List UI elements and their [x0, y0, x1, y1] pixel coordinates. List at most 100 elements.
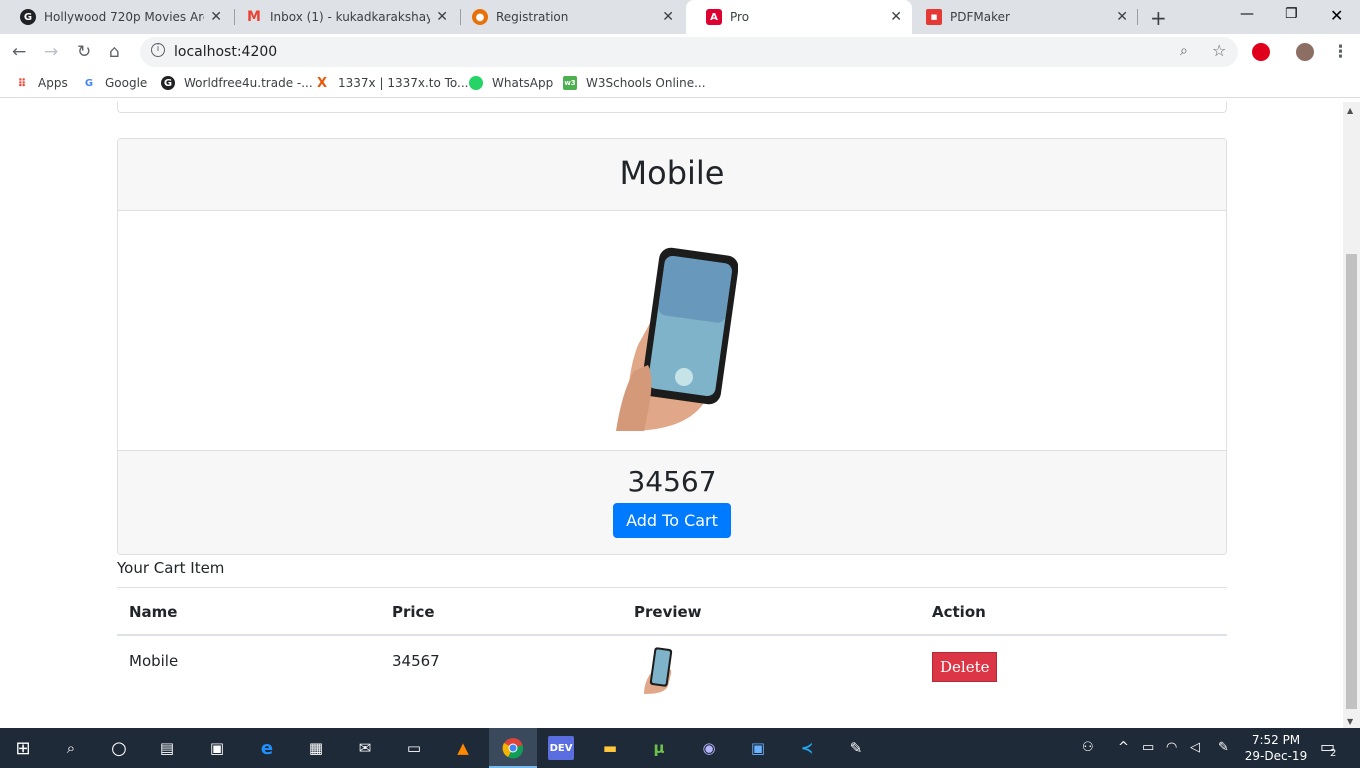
system-clock[interactable]: 7:52 PM 29-Dec-19: [1240, 732, 1312, 764]
bookmark-label: Google: [105, 76, 148, 90]
chrome-icon[interactable]: [500, 736, 526, 760]
bookmark-w3schools[interactable]: w3 W3Schools Online...: [563, 76, 706, 90]
paint-icon[interactable]: ✎: [843, 736, 869, 760]
scroll-down-arrow-icon[interactable]: ▼: [1347, 717, 1353, 726]
product-image-area: [118, 211, 1226, 451]
smartphone-in-hand-image: [616, 247, 738, 431]
home-icon[interactable]: ⌂: [109, 42, 120, 62]
product-card: Mobile 34567 Add To Cart: [117, 138, 1227, 555]
table-row: Mobile 34567 Delete: [117, 635, 1227, 714]
tab-title: PDFMaker: [950, 10, 1010, 24]
bookmark-1337x[interactable]: X 1337x | 1337x.to To...: [315, 75, 469, 91]
google-favicon-icon: G: [20, 9, 36, 25]
tab-inbox[interactable]: M Inbox (1) - kukadkarakshay@g ✕: [226, 0, 458, 34]
site-info-icon[interactable]: i: [151, 43, 165, 57]
eclipse-icon[interactable]: ◉: [696, 736, 722, 760]
cart-item-name: Mobile: [129, 652, 179, 670]
page-viewport: Mobile 34567 Add To Cart Your Cart Item …: [0, 102, 1343, 728]
column-header-action: Action: [920, 587, 1227, 636]
task-view-icon[interactable]: ▤: [154, 736, 180, 760]
close-tab-icon[interactable]: ✕: [436, 9, 448, 25]
terminal-icon[interactable]: ▭: [401, 736, 427, 760]
bookmark-apps[interactable]: ⠿ Apps: [15, 76, 68, 90]
tab-registration[interactable]: ● Registration ✕: [452, 0, 684, 34]
1337x-icon: X: [316, 75, 328, 91]
bookmark-worldfree[interactable]: G Worldfree4u.trade -...: [161, 76, 313, 90]
windows-taskbar: ⊞ ⌕ ○ ▤ ▣ e ▦ ✉ ▭ ▲ DEV ▬ µ ◉ ▣ ≺ ✎ ⚇ ^ …: [0, 728, 1360, 768]
vscode-icon[interactable]: ≺: [794, 736, 820, 760]
close-tab-icon[interactable]: ✕: [890, 9, 902, 25]
close-tab-icon[interactable]: ✕: [210, 9, 222, 25]
add-to-cart-button[interactable]: Add To Cart: [613, 503, 731, 538]
cart-item-action: Delete: [920, 635, 1227, 714]
bookmark-label: 1337x | 1337x.to To...: [338, 76, 469, 90]
minimize-icon[interactable]: —: [1240, 6, 1254, 22]
cart-table: Name Price Preview Action Mobile 34567 D…: [117, 587, 1227, 714]
tab-title: Hollywood 720p Movies Archiv: [44, 10, 204, 24]
windows-start-icon[interactable]: ⊞: [10, 736, 36, 760]
new-tab-plus-icon[interactable]: +: [1150, 6, 1167, 30]
window-close-icon[interactable]: ✕: [1330, 6, 1343, 25]
edge-icon[interactable]: e: [254, 736, 280, 760]
scroll-up-arrow-icon[interactable]: ▲: [1347, 106, 1353, 115]
clock-time: 7:52 PM: [1251, 733, 1301, 747]
close-tab-icon[interactable]: ✕: [1116, 9, 1128, 25]
page-scrollbar[interactable]: ▲ ▼: [1343, 102, 1360, 728]
back-arrow-icon[interactable]: ←: [12, 42, 26, 62]
tab-pdfmaker[interactable]: ■ PDFMaker ✕: [906, 0, 1138, 34]
bookmark-whatsapp[interactable]: WhatsApp: [469, 76, 553, 90]
battery-icon[interactable]: ▭: [1142, 740, 1154, 755]
show-hidden-icons-chevron-icon[interactable]: ^: [1118, 740, 1129, 755]
bookmark-star-icon[interactable]: ☆: [1212, 41, 1226, 60]
reload-icon[interactable]: ↻: [77, 42, 91, 62]
wifi-icon[interactable]: ◠: [1166, 740, 1177, 755]
smartphone-thumbnail: [644, 647, 673, 694]
calculator-icon[interactable]: ▦: [303, 736, 329, 760]
product-footer: 34567 Add To Cart: [118, 451, 1226, 554]
scrollbar-thumb[interactable]: [1346, 254, 1357, 709]
cart-item-preview: [622, 635, 920, 714]
zoom-icon[interactable]: ⌕: [1180, 43, 1188, 59]
profile-avatar[interactable]: [1296, 43, 1314, 61]
close-tab-icon[interactable]: ✕: [662, 9, 674, 25]
control-panel-icon[interactable]: ▣: [745, 736, 771, 760]
product-price: 34567: [627, 465, 717, 498]
tab-separator: [1137, 9, 1138, 25]
browser-toolbar: ← → ↻ ⌂ i localhost:4200 ⌕ ☆ ⋮: [0, 34, 1360, 70]
bookmark-google[interactable]: G Google: [82, 76, 147, 90]
cortana-icon[interactable]: ○: [106, 736, 132, 760]
extension-icon[interactable]: [1252, 43, 1270, 61]
tab-hollywood[interactable]: G Hollywood 720p Movies Archiv ✕: [0, 0, 232, 34]
column-header-price: Price: [380, 587, 622, 636]
cart-header-row: Name Price Preview Action: [117, 587, 1227, 636]
pen-icon[interactable]: ✎: [1218, 740, 1229, 755]
bookmark-label: Apps: [38, 76, 68, 90]
angular-favicon-icon: A: [706, 9, 722, 25]
worldfree-icon: G: [161, 76, 175, 90]
apps-grid-icon: ⠿: [17, 76, 27, 90]
product-name: Mobile: [118, 139, 1226, 211]
bookmarks-bar: ⠿ Apps G Google G Worldfree4u.trade -...…: [0, 70, 1360, 98]
search-icon[interactable]: ⌕: [58, 736, 84, 760]
clock-date: 29-Dec-19: [1244, 749, 1308, 763]
file-explorer-icon[interactable]: ▬: [597, 736, 623, 760]
registration-favicon-icon: ●: [472, 9, 488, 25]
vlc-icon[interactable]: ▲: [450, 736, 476, 760]
address-bar[interactable]: i localhost:4200 ⌕ ☆: [140, 37, 1238, 67]
url-text[interactable]: localhost:4200: [174, 44, 277, 60]
bookmark-label: W3Schools Online...: [586, 76, 706, 90]
restore-icon[interactable]: ❐: [1285, 6, 1298, 22]
utorrent-icon[interactable]: µ: [646, 736, 672, 760]
mail-icon[interactable]: ✉: [352, 736, 378, 760]
dev-tool-icon[interactable]: DEV: [548, 736, 574, 760]
people-icon[interactable]: ⚇: [1082, 740, 1094, 755]
tab-title: Inbox (1) - kukadkarakshay@g: [270, 10, 430, 24]
cart-title: Your Cart Item: [117, 559, 225, 577]
store-icon[interactable]: ▣: [204, 736, 230, 760]
tab-pro[interactable]: A Pro ✕: [686, 0, 912, 34]
volume-icon[interactable]: ◁: [1190, 740, 1200, 755]
delete-button[interactable]: Delete: [932, 652, 998, 682]
forward-arrow-icon[interactable]: →: [44, 42, 58, 62]
menu-kebab-icon[interactable]: ⋮: [1332, 42, 1349, 62]
column-header-name: Name: [117, 587, 380, 636]
